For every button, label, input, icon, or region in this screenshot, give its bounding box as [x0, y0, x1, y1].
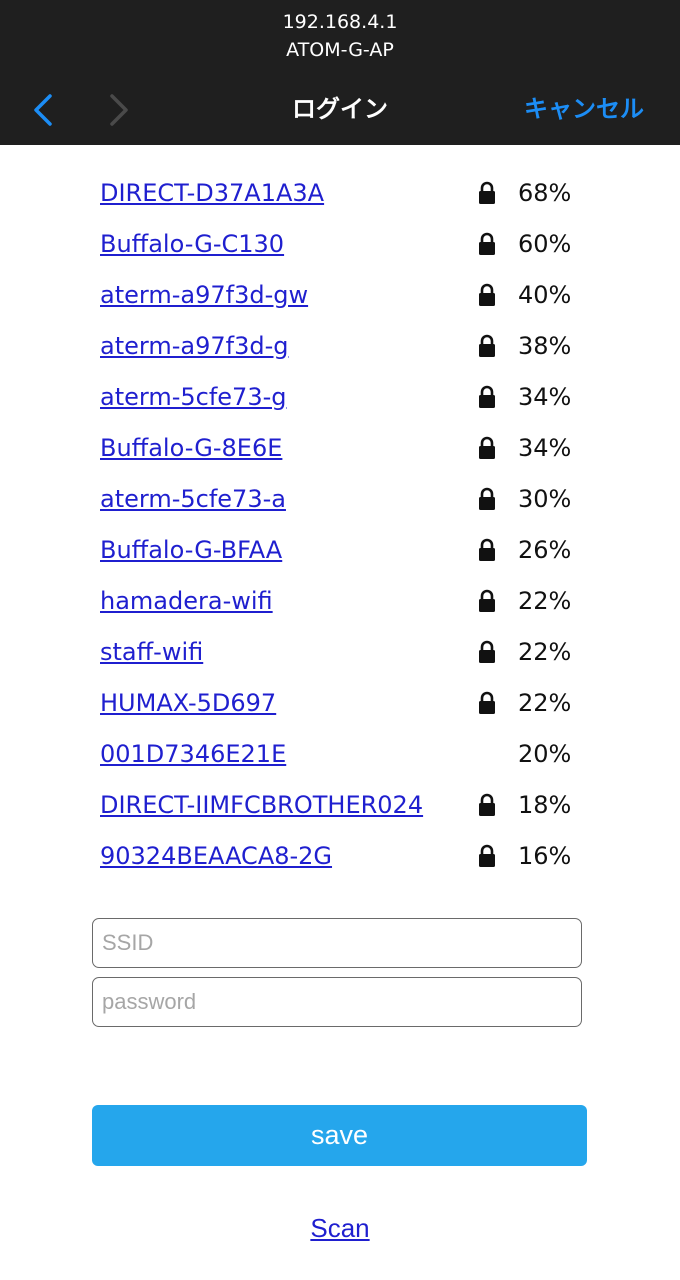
network-name: ATOM-G-AP: [286, 39, 394, 61]
network-ssid-link[interactable]: 001D7346E21E: [100, 734, 286, 774]
cancel-button[interactable]: キャンセル: [524, 92, 644, 126]
network-row: DIRECT-D37A1A3A 68%: [100, 173, 620, 224]
network-list: DIRECT-D37A1A3A 68% Buffalo-G-C130 60% aterm…: [100, 173, 620, 887]
network-row: DIRECT-IIMFCBROTHER024 18%: [100, 785, 620, 836]
network-ssid-link[interactable]: HUMAX-5D697: [100, 683, 276, 723]
network-row: aterm-5cfe73-g 34%: [100, 377, 620, 428]
lock-icon: [479, 589, 495, 612]
network-signal: 22%: [518, 587, 572, 615]
lock-icon: [479, 691, 495, 714]
network-ssid-link[interactable]: staff-wifi: [100, 632, 203, 672]
lock-icon: [479, 844, 495, 867]
network-signal: 38%: [518, 332, 572, 360]
network-ssid-link[interactable]: Buffalo-G-BFAA: [100, 530, 282, 570]
lock-icon: [479, 640, 495, 663]
network-row: 001D7346E21E 20%: [100, 734, 620, 785]
network-signal: 22%: [518, 638, 572, 666]
lock-icon: [479, 487, 495, 510]
network-signal: 68%: [518, 179, 572, 207]
save-button[interactable]: save: [92, 1105, 587, 1166]
password-input[interactable]: [92, 977, 582, 1027]
network-ssid-link[interactable]: hamadera-wifi: [100, 581, 273, 621]
network-signal: 26%: [518, 536, 572, 564]
network-ssid-link[interactable]: Buffalo-G-C130: [100, 224, 284, 264]
lock-icon: [479, 436, 495, 459]
network-signal: 40%: [518, 281, 572, 309]
scan-link-row: Scan: [0, 1213, 680, 1244]
browser-topbar: 192.168.4.1 ATOM-G-AP ログイン キャンセル: [0, 0, 680, 145]
network-signal: 18%: [518, 791, 572, 819]
network-row: 90324BEAACA8-2G 16%: [100, 836, 620, 887]
address-info: 192.168.4.1 ATOM-G-AP: [0, 8, 680, 64]
network-row: aterm-a97f3d-gw 40%: [100, 275, 620, 326]
lock-icon: [479, 334, 495, 357]
network-ssid-link[interactable]: 90324BEAACA8-2G: [100, 836, 332, 876]
scan-link[interactable]: Scan: [310, 1213, 369, 1243]
network-signal: 20%: [518, 740, 572, 768]
network-signal: 30%: [518, 485, 572, 513]
network-row: Buffalo-G-BFAA 26%: [100, 530, 620, 581]
network-row: aterm-5cfe73-a 30%: [100, 479, 620, 530]
network-ssid-link[interactable]: aterm-a97f3d-g: [100, 326, 288, 366]
network-signal: 34%: [518, 383, 572, 411]
network-ssid-link[interactable]: Buffalo-G-8E6E: [100, 428, 282, 468]
network-signal: 16%: [518, 842, 572, 870]
network-ssid-link[interactable]: aterm-5cfe73-g: [100, 377, 286, 417]
network-row: HUMAX-5D697 22%: [100, 683, 620, 734]
network-row: staff-wifi 22%: [100, 632, 620, 683]
network-ssid-link[interactable]: aterm-5cfe73-a: [100, 479, 286, 519]
network-row: Buffalo-G-8E6E 34%: [100, 428, 620, 479]
network-signal: 60%: [518, 230, 572, 258]
lock-icon: [479, 232, 495, 255]
network-ssid-link[interactable]: aterm-a97f3d-gw: [100, 275, 308, 315]
lock-icon: [479, 283, 495, 306]
network-row: Buffalo-G-C130 60%: [100, 224, 620, 275]
network-row: aterm-a97f3d-g 38%: [100, 326, 620, 377]
network-ssid-link[interactable]: DIRECT-IIMFCBROTHER024: [100, 785, 423, 825]
portal-content: DIRECT-D37A1A3A 68% Buffalo-G-C130 60% aterm…: [0, 145, 680, 1280]
lock-icon: [479, 793, 495, 816]
network-signal: 22%: [518, 689, 572, 717]
host-address: 192.168.4.1: [282, 11, 398, 33]
network-ssid-link[interactable]: DIRECT-D37A1A3A: [100, 173, 324, 213]
lock-icon: [479, 181, 495, 204]
ssid-input[interactable]: [92, 918, 582, 968]
lock-icon: [479, 538, 495, 561]
lock-icon: [479, 385, 495, 408]
network-row: hamadera-wifi 22%: [100, 581, 620, 632]
network-signal: 34%: [518, 434, 572, 462]
